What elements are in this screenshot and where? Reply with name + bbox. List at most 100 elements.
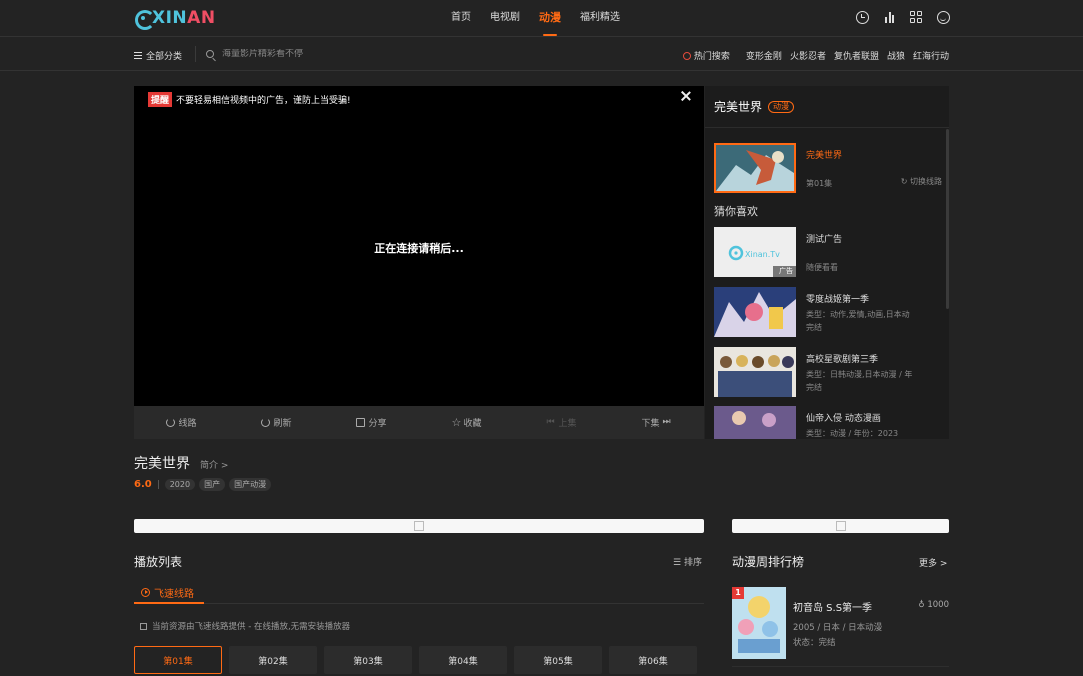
episode-button[interactable]: 第04集: [419, 646, 507, 674]
more-link[interactable]: 更多 >: [919, 556, 947, 569]
list-item[interactable]: 零度战姬第一季 类型：动作,爱情,动画,日本动 完结: [714, 287, 944, 337]
rank-number: 1: [732, 587, 744, 599]
rec-desc: 类型：动漫 / 年份：2023: [806, 429, 899, 438]
site-logo[interactable]: XINAN: [134, 7, 216, 30]
favorite-button[interactable]: ☆ 收藏: [419, 406, 514, 439]
share-button[interactable]: 分享: [324, 406, 419, 439]
next-icon: ⏭: [662, 417, 671, 427]
search-icon[interactable]: [206, 50, 214, 58]
current-episode-item[interactable]: 完美世界 第01集 ↻ 切换线路: [714, 143, 944, 193]
list-item[interactable]: Xinan.Tv 广告 测试广告 随便看看: [714, 227, 944, 277]
side-panel-title: 完美世界: [714, 100, 763, 114]
menu-icon: [134, 52, 142, 59]
search-input[interactable]: [222, 49, 422, 59]
broken-image-icon: [414, 521, 424, 531]
logo-wordmark: XINAN: [152, 8, 216, 28]
all-categories-label: 全部分类: [146, 52, 183, 62]
episode-side-panel: 完美世界 动漫 完美世界 第01集 ↻ 切换线路 猜你喜欢 Xinan.Tv 广…: [705, 86, 949, 439]
list-item[interactable]: 高校星歌剧第三季 类型：日韩动漫,日本动漫 / 年 完结: [714, 347, 944, 397]
ranking-heat: ♁ 1000: [918, 600, 949, 610]
source-note: 当前资源由飞速线路提供 - 在线播放,无需安装播放器: [140, 620, 350, 632]
episode-button[interactable]: 第02集: [229, 646, 317, 674]
rec-thumbnail: [714, 406, 796, 439]
ad-thumbnail: Xinan.Tv 广告: [714, 227, 796, 277]
rec-title: 仙帝入侵 动态漫画: [806, 414, 881, 424]
nav-welfare[interactable]: 福利精选: [580, 0, 620, 37]
divider: [134, 603, 704, 604]
playlist-title: 播放列表: [134, 555, 183, 569]
genre-chip[interactable]: 国产动漫: [229, 478, 272, 491]
episode-list: 第01集 第02集 第03集 第04集 第05集 第06集: [134, 646, 704, 674]
top-header: XINAN 首页 电视剧 动漫 福利精选: [0, 0, 1083, 37]
rec-thumbnail: [714, 287, 796, 337]
all-categories-button[interactable]: 全部分类: [134, 49, 182, 62]
hot-tag[interactable]: 变形金刚: [746, 49, 782, 62]
score: 6.0: [134, 479, 152, 490]
ad-banner-side[interactable]: [732, 519, 949, 533]
hot-search: 热门搜索 变形金刚 火影忍者 复仇者联盟 战狼 红海行动: [682, 49, 949, 62]
header-tools: [842, 11, 950, 24]
rec-desc: 类型：日韩动漫,日本动漫 / 年: [806, 370, 913, 379]
route-tab[interactable]: 飞速线路: [134, 582, 204, 604]
rec-thumbnail: [714, 347, 796, 397]
episode-button[interactable]: 第03集: [324, 646, 412, 674]
video-player[interactable]: 提醒 不要轻易相信视频中的广告，谨防上当受骗! 正在连接请稍后...: [134, 86, 704, 406]
year-chip[interactable]: 2020: [164, 479, 196, 490]
star-icon: ☆: [451, 416, 462, 429]
current-episode: 第01集: [806, 179, 833, 188]
switch-route-link[interactable]: ↻ 切换线路: [901, 176, 942, 187]
rec-status: 完结: [806, 323, 822, 332]
ranking-item[interactable]: 1 初音岛 S.S第一季 ♁ 1000 2005 / 日本 / 日本动漫 状态：…: [732, 587, 949, 667]
nav-anime[interactable]: 动漫: [539, 0, 561, 37]
ad-banner[interactable]: [134, 519, 704, 533]
close-icon[interactable]: [680, 90, 692, 102]
guess-you-like-title: 猜你喜欢: [714, 205, 758, 218]
route-switch-icon: [166, 418, 176, 427]
refresh-icon: [261, 418, 271, 427]
next-episode-button[interactable]: 下集 ⏭: [609, 406, 704, 439]
ranking-bars-icon[interactable]: [883, 11, 896, 24]
divider: [157, 480, 159, 489]
hot-tag[interactable]: 复仇者联盟: [834, 49, 879, 62]
fire-icon: [682, 51, 691, 60]
history-clock-icon[interactable]: [856, 11, 869, 24]
list-item[interactable]: 仙帝入侵 动态漫画 类型：动漫 / 年份：2023: [714, 406, 944, 439]
ranking-title: 动漫周排行榜: [732, 555, 805, 569]
broken-image-icon: [835, 521, 846, 531]
player-notice: 提醒 不要轻易相信视频中的广告，谨防上当受骗!: [148, 92, 351, 107]
user-face-icon[interactable]: [937, 11, 950, 24]
sort-button[interactable]: ☰ 排序: [673, 555, 702, 568]
rec-desc: 随便看看: [806, 263, 838, 272]
hot-tag[interactable]: 战狼: [887, 49, 905, 62]
scrollbar[interactable]: [946, 129, 949, 309]
side-panel-header: 完美世界 动漫: [705, 86, 949, 128]
share-icon: [356, 418, 366, 427]
episode-button[interactable]: 第05集: [514, 646, 602, 674]
hot-tag[interactable]: 火影忍者: [790, 49, 826, 62]
nav-tv[interactable]: 电视剧: [490, 0, 520, 37]
notice-text: 不要轻易相信视频中的广告，谨防上当受骗!: [176, 96, 351, 106]
video-title: 完美世界: [134, 456, 190, 472]
prev-episode-button[interactable]: ⏮ 上集: [514, 406, 609, 439]
logo-mark-icon: [134, 9, 155, 30]
route-button[interactable]: 线路: [134, 406, 229, 439]
nav-home[interactable]: 首页: [451, 0, 471, 37]
hot-search-title: 热门搜索: [682, 49, 730, 62]
episode-button[interactable]: 第01集: [134, 646, 222, 674]
region-chip[interactable]: 国产: [199, 478, 226, 491]
rec-desc: 类型：动作,爱情,动画,日本动: [806, 310, 910, 319]
player-controls: 线路 刷新 分享 ☆ 收藏 ⏮ 上集 下集 ⏭: [134, 406, 704, 439]
rec-title: 高校星歌剧第三季: [806, 355, 879, 365]
ranking-name: 初音岛 S.S第一季: [793, 603, 873, 614]
apps-grid-icon[interactable]: [910, 11, 923, 24]
current-thumbnail: [714, 143, 796, 193]
intro-link[interactable]: 简介 >: [200, 458, 228, 471]
hot-tag[interactable]: 红海行动: [913, 49, 949, 62]
ad-mark: 广告: [779, 267, 793, 275]
episode-button[interactable]: 第06集: [609, 646, 697, 674]
play-circle-icon: [141, 587, 150, 597]
refresh-button[interactable]: 刷新: [229, 406, 324, 439]
sub-header: 全部分类 热门搜索 变形金刚 火影忍者 复仇者联盟 战狼 红海行动: [0, 38, 1083, 71]
ranking-meta: 2005 / 日本 / 日本动漫: [793, 623, 883, 633]
player-status: 正在连接请稍后...: [374, 242, 464, 255]
